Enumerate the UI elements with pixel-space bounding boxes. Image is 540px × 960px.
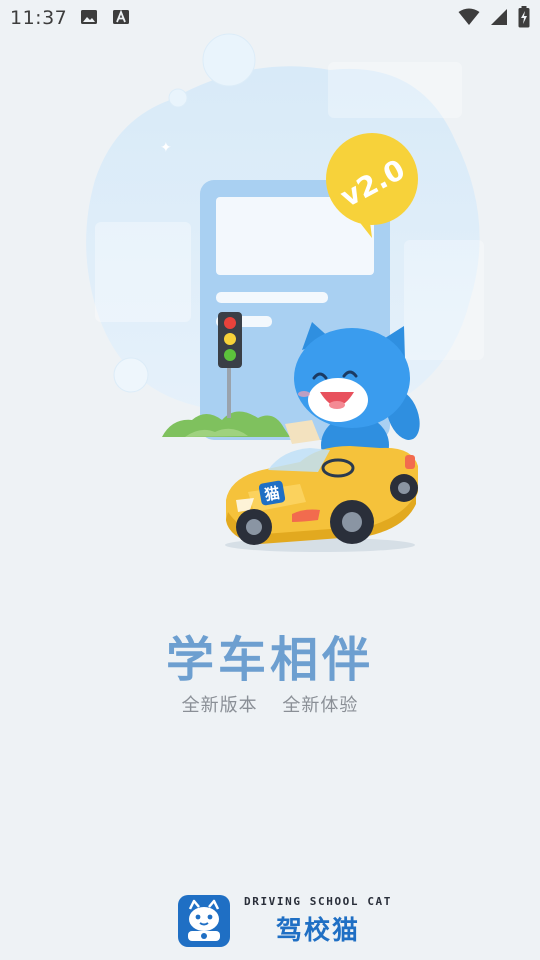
subtitle-new-version: 全新版本 [181, 695, 258, 716]
subtitle-new-experience: 全新体验 [282, 695, 359, 716]
brand-footer: DRIVING SCHOOL CAT 驾校猫 [178, 893, 392, 949]
bubble-small [168, 88, 188, 108]
hero-illustration: ✦ ✦ v2.0 [86, 33, 484, 552]
yellow-car: 猫 [225, 446, 418, 552]
car-plate-logo: 猫 [258, 480, 286, 506]
svg-text:✦: ✦ [160, 140, 172, 156]
brand-text: DRIVING SCHOOL CAT 驾校猫 [244, 895, 392, 947]
bubble-large [202, 33, 256, 87]
splash-screen: 11:37 ✦ v2.0 猫 学车相伴 全新版本 全新体验 DRIVING SC… [0, 0, 540, 960]
brand-logo-icon [178, 895, 230, 947]
car-wheel-front [236, 509, 272, 545]
brand-chinese-name: 驾校猫 [276, 916, 361, 946]
slogan-title: 学车相伴 [165, 632, 374, 688]
brand-english-name: DRIVING SCHOOL CAT [244, 895, 393, 908]
bubble-left [113, 357, 149, 393]
svg-text:猫: 猫 [263, 484, 281, 504]
slogan-subtitle: 全新版本 全新体验 [0, 691, 540, 717]
